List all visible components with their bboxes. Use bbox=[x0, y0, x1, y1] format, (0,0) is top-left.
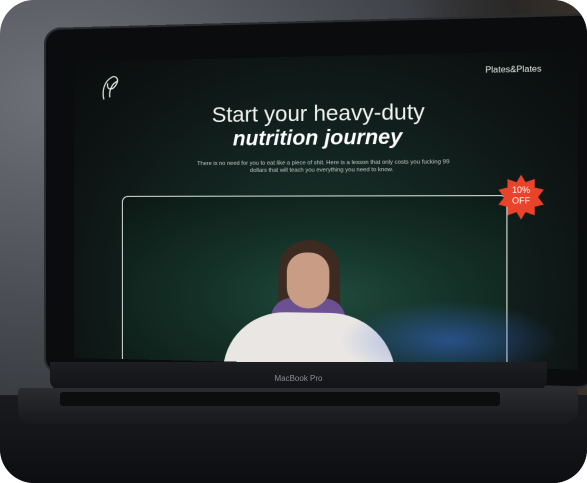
laptop-photo: Plates&Plates Start your heavy-duty nutr… bbox=[0, 0, 587, 483]
discount-off: OFF bbox=[512, 196, 531, 206]
laptop-keyboard bbox=[60, 392, 500, 406]
presenter-face bbox=[286, 252, 330, 309]
hero-title-emphasis: nutrition journey bbox=[232, 125, 403, 151]
hero-description: There is no need for you to eat like a p… bbox=[196, 159, 450, 175]
laptop-model-label: MacBook Pro bbox=[274, 374, 323, 383]
discount-percent: 10% bbox=[511, 185, 531, 196]
laptop-chin: MacBook Pro bbox=[50, 362, 547, 390]
brand-name[interactable]: Plates&Plates bbox=[485, 64, 541, 75]
leaf-logo-icon[interactable] bbox=[98, 75, 122, 102]
discount-badge: 10% OFF bbox=[496, 173, 546, 220]
discount-text: 10% OFF bbox=[496, 185, 546, 206]
